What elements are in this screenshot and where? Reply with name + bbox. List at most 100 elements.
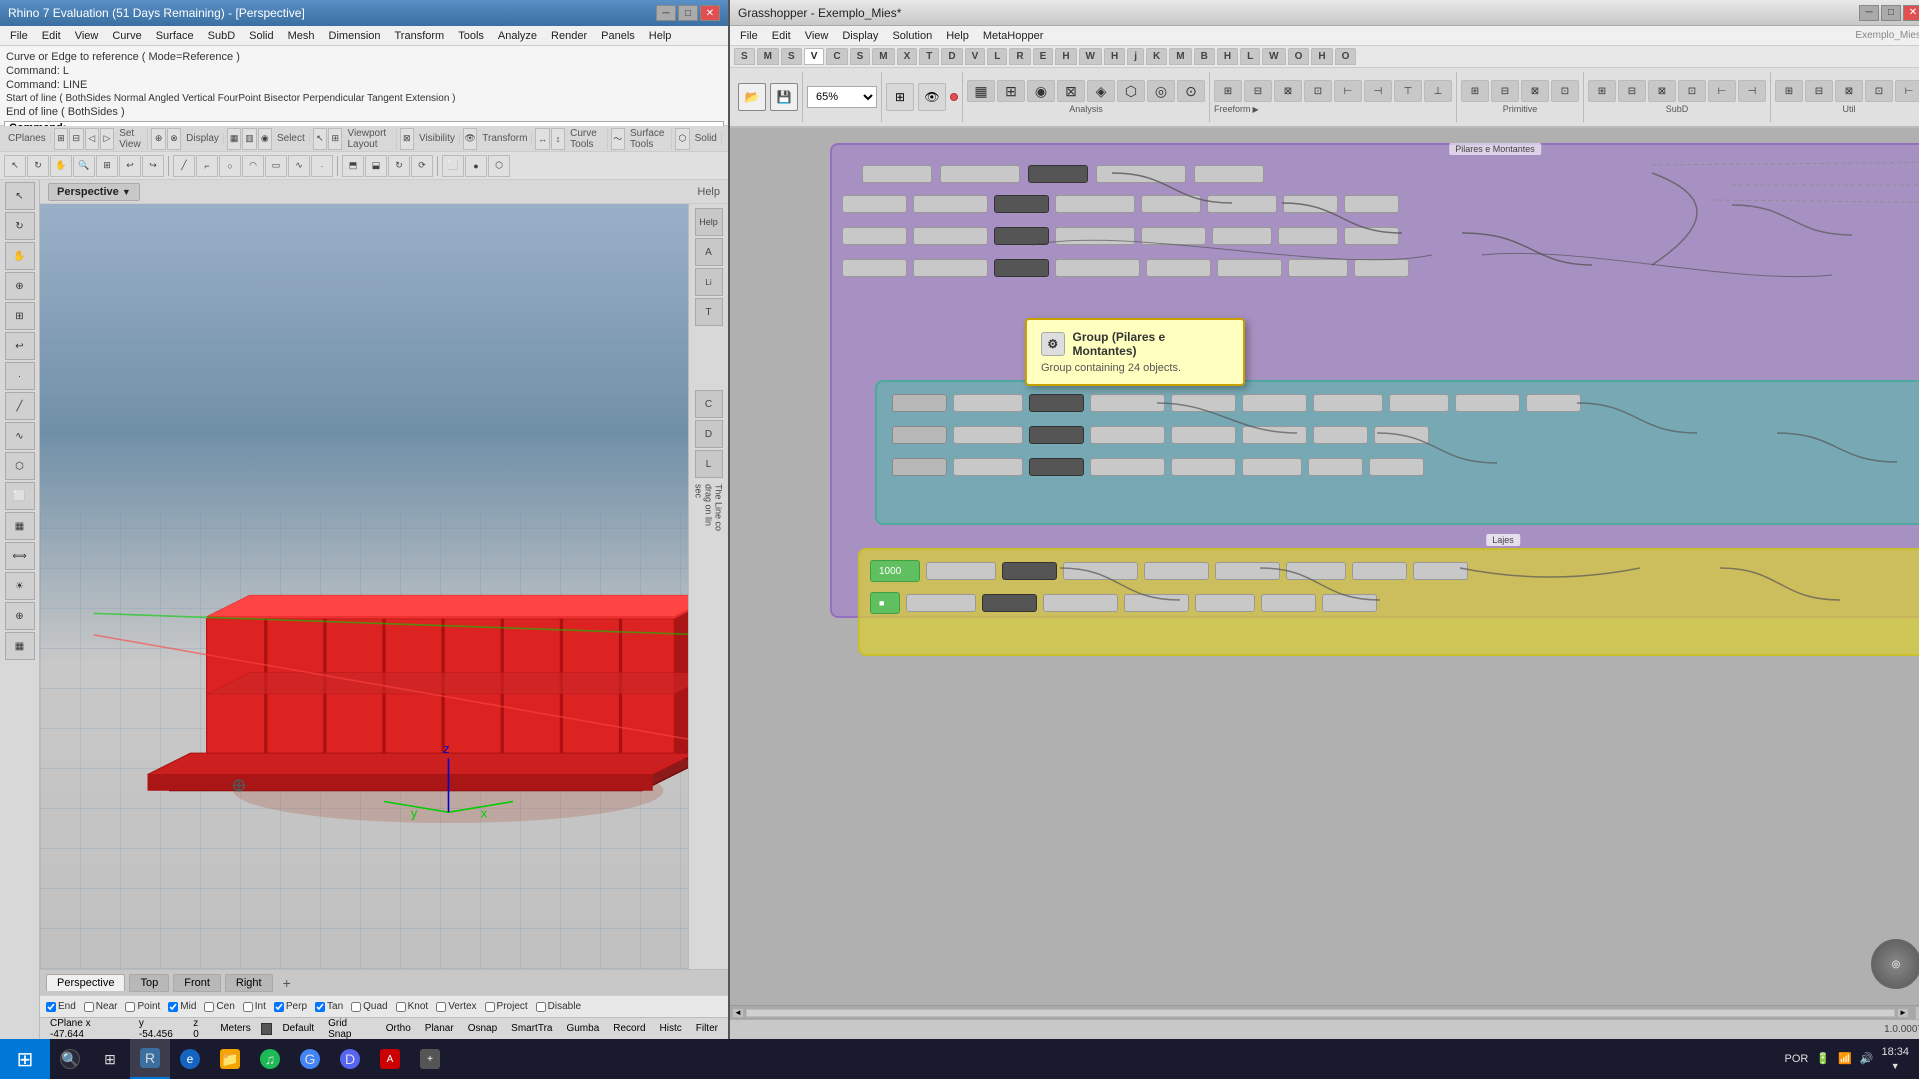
comp-btn-1[interactable]: ▦: [967, 80, 995, 102]
menu-surface[interactable]: Surface: [150, 28, 200, 44]
yellow-n6[interactable]: [1286, 562, 1346, 580]
tab-front[interactable]: Front: [173, 974, 221, 992]
teal-n8[interactable]: [1389, 394, 1449, 412]
teal-l7[interactable]: [1308, 458, 1363, 476]
teal-l6[interactable]: [1242, 458, 1302, 476]
tb-btn-8[interactable]: ▥: [242, 128, 256, 150]
gh-cat-r[interactable]: R: [1009, 48, 1030, 65]
grid-snap-btn[interactable]: Grid Snap: [324, 1018, 376, 1040]
snap-end[interactable]: End: [46, 1001, 76, 1012]
gh-eye-btn[interactable]: 👁: [918, 83, 946, 111]
node-20[interactable]: [1344, 227, 1399, 245]
tb-btn-3[interactable]: ◁: [85, 128, 99, 150]
info-btn-a[interactable]: A: [695, 238, 723, 266]
taskbar-rhino[interactable]: R: [130, 1039, 170, 1079]
subd-btn-4[interactable]: ⊡: [1678, 80, 1706, 102]
node-13[interactable]: [842, 227, 907, 245]
tb-btn-6[interactable]: ⊗: [167, 128, 181, 150]
tool-sphere[interactable]: ●: [465, 155, 487, 177]
tb-btn-14[interactable]: ↔: [535, 128, 549, 150]
taskbar-search[interactable]: 🔍: [50, 1039, 90, 1079]
history-btn[interactable]: Histc: [656, 1023, 686, 1034]
node-15[interactable]: [994, 227, 1049, 245]
menu-subd[interactable]: SubD: [202, 28, 242, 44]
tb-btn-2[interactable]: ⊟: [69, 128, 83, 150]
snap-project[interactable]: Project: [485, 1001, 528, 1012]
tool-arc[interactable]: ◠: [242, 155, 264, 177]
node-27[interactable]: [1288, 259, 1348, 277]
ff-btn-4[interactable]: ⊡: [1304, 80, 1332, 102]
node-12[interactable]: [1344, 195, 1399, 213]
record-btn[interactable]: Record: [609, 1023, 649, 1034]
tool-arrow[interactable]: ↖: [4, 155, 26, 177]
info-btn-d[interactable]: D: [695, 420, 723, 448]
tb-btn-4[interactable]: ▷: [100, 128, 114, 150]
tb-btn-1[interactable]: ⊞: [54, 128, 68, 150]
info-btn-t[interactable]: T: [695, 298, 723, 326]
zoom-tool[interactable]: ⊕: [5, 272, 35, 300]
teal-l4[interactable]: [1090, 458, 1165, 476]
teal-m2[interactable]: [953, 426, 1023, 444]
gh-menu-solution[interactable]: Solution: [886, 28, 938, 44]
teal-m3[interactable]: [1029, 426, 1084, 444]
comp-btn-3[interactable]: ◉: [1027, 80, 1055, 102]
menu-analyze[interactable]: Analyze: [492, 28, 543, 44]
node-25[interactable]: [1146, 259, 1211, 277]
gh-cat-intersect[interactable]: X: [897, 48, 918, 65]
expand-toggle-btn[interactable]: ⇔: [1915, 1006, 1919, 1020]
prim-btn-3[interactable]: ⊠: [1521, 80, 1549, 102]
snap-mid[interactable]: Mid: [168, 1001, 196, 1012]
smarttrack-btn[interactable]: SmartTra: [507, 1023, 556, 1034]
snap-vertex[interactable]: Vertex: [436, 1001, 476, 1012]
teal-l2[interactable]: [953, 458, 1023, 476]
gh-cat-maths[interactable]: M: [757, 48, 779, 65]
tb-btn-10[interactable]: ↖: [313, 128, 327, 150]
info-btn-l[interactable]: L: [695, 450, 723, 478]
gh-cat-params[interactable]: S: [734, 48, 755, 65]
gh-cat-b[interactable]: B: [1194, 48, 1215, 65]
node-5[interactable]: [842, 195, 907, 213]
tool-undo[interactable]: ↩: [119, 155, 141, 177]
pan-tool[interactable]: ✋: [5, 242, 35, 270]
util-btn-5[interactable]: ⊢: [1895, 80, 1919, 102]
system-clock[interactable]: 18:34 ▼: [1881, 1045, 1909, 1073]
gh-cat-display[interactable]: D: [941, 48, 962, 65]
node-7[interactable]: [994, 195, 1049, 213]
snap-disable[interactable]: Disable: [536, 1001, 581, 1012]
comp-btn-6[interactable]: ⬡: [1117, 80, 1145, 102]
comp-btn-2[interactable]: ⊞: [997, 80, 1025, 102]
tool-cylinder[interactable]: ⬡: [488, 155, 510, 177]
node-14[interactable]: [913, 227, 988, 245]
gh-scrollbar-h[interactable]: ◄ ► ⇔: [730, 1005, 1919, 1019]
util-btn-3[interactable]: ⊠: [1835, 80, 1863, 102]
node-2[interactable]: [940, 165, 1020, 183]
prim-btn-1[interactable]: ⊞: [1461, 80, 1489, 102]
green-val-node[interactable]: 1000: [870, 560, 920, 582]
node-17[interactable]: [1141, 227, 1206, 245]
gh-cat-j[interactable]: j: [1127, 48, 1144, 65]
select-tool[interactable]: ↖: [5, 182, 35, 210]
teal-n2[interactable]: [953, 394, 1023, 412]
subd-btn-6[interactable]: ⊣: [1738, 80, 1766, 102]
node-cluster-1[interactable]: [1028, 165, 1088, 183]
menu-view[interactable]: View: [69, 28, 105, 44]
zoom-all-tool[interactable]: ⊞: [5, 302, 35, 330]
gh-menu-file[interactable]: File: [734, 28, 764, 44]
teal-n4[interactable]: [1090, 394, 1165, 412]
comp-btn-4[interactable]: ⊠: [1057, 80, 1085, 102]
teal-m8[interactable]: [1374, 426, 1429, 444]
tool-zoom[interactable]: 🔍: [73, 155, 95, 177]
snap-int[interactable]: Int: [243, 1001, 266, 1012]
gh-menu-metahopper[interactable]: MetaHopper: [977, 28, 1050, 44]
undo-tool[interactable]: ↩: [5, 332, 35, 360]
tool-line[interactable]: ╱: [173, 155, 195, 177]
yellow-m7[interactable]: [1322, 594, 1377, 612]
tool-sweep[interactable]: ⟳: [411, 155, 433, 177]
teal-n6[interactable]: [1242, 394, 1307, 412]
tb-btn-9[interactable]: ◉: [258, 128, 272, 150]
menu-help[interactable]: Help: [643, 28, 678, 44]
teal-n1[interactable]: [892, 394, 947, 412]
tool-pan[interactable]: ✋: [50, 155, 72, 177]
gh-cat-h4[interactable]: H: [1311, 48, 1332, 65]
scroll-right-btn[interactable]: ►: [1897, 1008, 1909, 1018]
